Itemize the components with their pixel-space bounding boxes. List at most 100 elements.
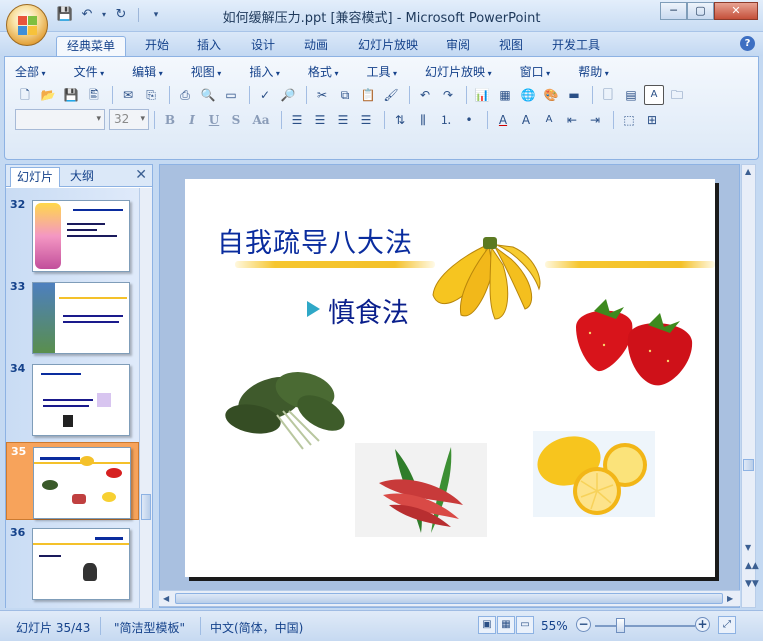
justify-icon[interactable]: ☰ [356, 110, 376, 130]
scrollbar-thumb[interactable] [141, 494, 151, 520]
slide-show-view-icon[interactable]: ▭ [516, 616, 534, 634]
menu-file[interactable]: 文件 [74, 63, 105, 80]
maximize-button[interactable]: ▢ [687, 2, 714, 20]
banana-image[interactable] [425, 235, 543, 323]
spinach-image[interactable] [223, 361, 351, 453]
tab-design[interactable]: 设计 [242, 36, 284, 56]
insert-chart-icon[interactable]: 📊 [472, 85, 492, 105]
spelling-icon[interactable]: ✓ [255, 85, 275, 105]
menu-help[interactable]: 帮助 [578, 63, 609, 80]
text-box-icon[interactable]: A [644, 85, 664, 105]
copy-icon[interactable]: ⧉ [335, 85, 355, 105]
color-grayscale-icon[interactable]: 🎨 [541, 85, 561, 105]
slide-title[interactable]: 自我疏导八大法 [217, 221, 413, 260]
thumbnail-scrollbar[interactable] [139, 188, 152, 608]
align-right-icon[interactable]: ☰ [333, 110, 353, 130]
tab-home[interactable]: 开始 [136, 36, 178, 56]
font-color-icon[interactable]: A [493, 110, 513, 130]
change-case-button[interactable]: Aa [248, 110, 274, 130]
office-button[interactable] [6, 4, 48, 46]
minimize-button[interactable]: ─ [660, 2, 687, 20]
list-item[interactable]: 36 [6, 524, 139, 602]
menu-slideshow[interactable]: 幻灯片放映 [425, 63, 492, 80]
slide-thumbnail[interactable] [33, 447, 131, 519]
tab-outline[interactable]: 大纲 [64, 167, 100, 187]
fit-to-window-icon[interactable]: ⤢ [718, 616, 736, 634]
slide-thumbnail[interactable] [32, 528, 130, 600]
save-icon[interactable]: 💾 [61, 85, 81, 105]
list-item[interactable]: 35 [6, 442, 139, 520]
folder-icon[interactable]: 🗀 [667, 85, 687, 105]
shrimp-image[interactable] [355, 443, 487, 537]
scrollbar-thumb[interactable] [743, 459, 754, 471]
slide-sorter-icon[interactable]: ▭ [221, 85, 241, 105]
decrease-font-icon[interactable]: A [539, 110, 559, 130]
tab-classic-menu[interactable]: 经典菜单 [56, 36, 126, 56]
slide-horizontal-scrollbar[interactable]: ◀ ▶ [159, 590, 740, 606]
scrollbar-thumb[interactable] [175, 593, 723, 604]
bullet-text[interactable]: 慎食法 [328, 291, 409, 330]
slide-show-icon[interactable]: ▬ [564, 85, 584, 105]
pane-close-icon[interactable]: ✕ [135, 167, 147, 183]
slide-canvas[interactable]: 自我疏导八大法 慎食法 [185, 179, 715, 577]
shadow-button[interactable]: S [226, 110, 246, 130]
language-indicator[interactable]: 中文(简体，中国) [210, 619, 303, 636]
strawberry-image[interactable] [570, 297, 698, 387]
underline-button[interactable]: U [204, 110, 224, 130]
new-document-icon[interactable]: 🗋 [15, 85, 35, 105]
font-name-select[interactable] [15, 109, 105, 130]
help-icon[interactable]: ? [740, 36, 755, 51]
tab-view[interactable]: 视图 [490, 36, 532, 56]
slide-vertical-scrollbar[interactable]: ▲ ▼ ▲▲ ▼▼ [741, 164, 759, 608]
slide-thumbnail[interactable] [32, 200, 130, 272]
email-icon[interactable]: ✉ [118, 85, 138, 105]
menu-format[interactable]: 格式 [308, 63, 339, 80]
close-button[interactable]: ✕ [714, 2, 758, 20]
menu-view[interactable]: 视图 [191, 63, 222, 80]
zoom-out-icon[interactable]: − [576, 617, 591, 632]
slide-layout-icon[interactable]: ▤ [621, 85, 641, 105]
zoom-slider-handle[interactable] [616, 618, 625, 633]
menu-all[interactable]: 全部 [15, 63, 46, 80]
align-center-icon[interactable]: ☰ [310, 110, 330, 130]
menu-tools[interactable]: 工具 [366, 63, 397, 80]
new-slide-button-icon[interactable]: ⊞ [642, 110, 662, 130]
normal-view-icon[interactable]: ▣ [478, 616, 496, 634]
print-preview-icon[interactable]: 🔍 [198, 85, 218, 105]
tab-slideshow[interactable]: 幻灯片放映 [350, 36, 426, 56]
increase-indent-icon[interactable]: ⇥ [585, 110, 605, 130]
template-name[interactable]: "简洁型模板" [114, 619, 185, 636]
bold-button[interactable]: B [160, 110, 180, 130]
redo-icon[interactable]: ↷ [438, 85, 458, 105]
open-folder-icon[interactable]: 📂 [38, 85, 58, 105]
menu-window[interactable]: 窗口 [520, 63, 551, 80]
paste-icon[interactable]: 📋 [358, 85, 378, 105]
scroll-right-icon[interactable]: ▶ [727, 594, 733, 603]
publish-icon[interactable]: ⎘ [141, 85, 161, 105]
zoom-in-icon[interactable]: + [695, 617, 710, 632]
lemon-image[interactable] [533, 431, 655, 517]
slide-thumbnail[interactable] [32, 364, 130, 436]
zoom-slider[interactable] [595, 625, 695, 627]
text-direction-icon[interactable]: ⇅ [390, 110, 410, 130]
list-item[interactable]: 33 [6, 278, 139, 356]
new-slide-icon[interactable]: 🗌 [598, 85, 618, 105]
undo-icon[interactable]: ↶ [415, 85, 435, 105]
list-item[interactable]: 34 [6, 360, 139, 438]
cut-icon[interactable]: ✂ [312, 85, 332, 105]
permission-icon[interactable]: 🖺 [84, 85, 104, 105]
scroll-down-icon[interactable]: ▼ [745, 543, 751, 552]
insert-table-icon[interactable]: ▦ [495, 85, 515, 105]
scroll-left-icon[interactable]: ◀ [163, 594, 169, 603]
tab-slides[interactable]: 幻灯片 [10, 167, 61, 187]
decrease-indent-icon[interactable]: ⇤ [562, 110, 582, 130]
menu-edit[interactable]: 编辑 [132, 63, 163, 80]
font-size-select[interactable]: 32 [109, 109, 149, 130]
list-item[interactable]: 32 [6, 196, 139, 274]
previous-slide-icon[interactable]: ▲▲ [745, 561, 759, 571]
bullets-icon[interactable]: • [459, 110, 479, 130]
menu-insert[interactable]: 插入 [249, 63, 280, 80]
slide-thumbnail[interactable] [32, 282, 130, 354]
numbering-icon[interactable]: ⒈ [436, 110, 456, 130]
italic-button[interactable]: I [182, 110, 202, 130]
